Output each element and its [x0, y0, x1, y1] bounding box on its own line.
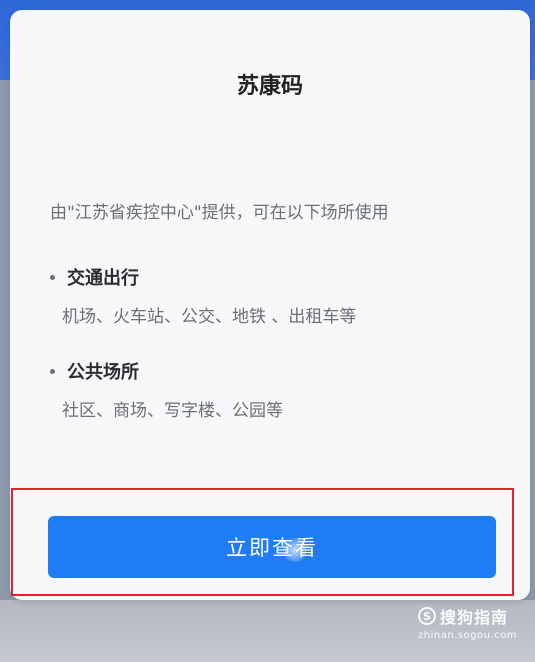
section-heading-public-places: 公共场所 — [50, 358, 139, 384]
watermark-url: zhinan.sogou.com — [417, 630, 517, 641]
red-highlight-box — [11, 488, 514, 596]
dialog-title: 苏康码 — [236, 74, 303, 99]
section-heading-label: 公共场所 — [67, 362, 139, 383]
section-body-public-places: 社区、商场、写字楼、公园等 — [62, 401, 283, 421]
section-body-transport: 机场、火车站、公交、地铁 、出租车等 — [62, 307, 357, 327]
bullet-dot-icon — [50, 274, 55, 280]
sogou-logo-icon: S — [417, 607, 436, 625]
sogou-watermark: S 搜狗指南 zhinan.sogou.com — [417, 604, 517, 641]
section-heading-label: 交通出行 — [67, 268, 139, 289]
watermark-text: 搜狗指南 — [439, 608, 508, 627]
provider-intro-text: 由"江苏省疾控中心"提供，可在以下场所使用 — [50, 203, 389, 223]
section-heading-transport: 交通出行 — [50, 264, 139, 290]
bullet-dot-icon — [50, 368, 55, 374]
